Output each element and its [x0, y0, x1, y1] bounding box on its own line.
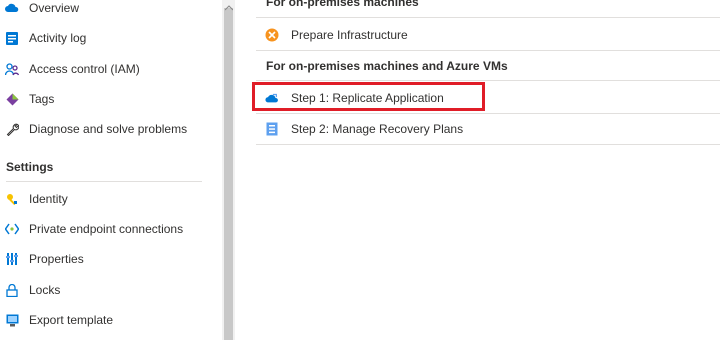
sidebar-item-label: Identity: [29, 192, 68, 206]
row-divider: [256, 17, 720, 18]
sidebar-item-label: Activity log: [29, 31, 87, 45]
sidebar-item-export-template[interactable]: Export template: [0, 306, 210, 334]
sidebar-item-label: Private endpoint connections: [29, 222, 184, 236]
overview-cloud-icon: [5, 1, 19, 15]
row-divider: [256, 80, 720, 81]
lock-icon: [5, 283, 19, 297]
private-endpoint-icon: [5, 222, 19, 236]
sidebar-item-label: Overview: [29, 1, 80, 15]
sidebar-item-access-control[interactable]: Access control (IAM): [0, 55, 210, 83]
row-divider: [256, 50, 720, 51]
sidebar-item-tags[interactable]: Tags: [0, 85, 210, 113]
wrench-icon: [5, 122, 19, 136]
prepare-infrastructure-icon: [265, 28, 279, 42]
sidebar-item-label: Export template: [29, 313, 114, 327]
sidebar-item-private-endpoint[interactable]: Private endpoint connections: [0, 215, 210, 243]
recovery-plans-icon: [265, 122, 279, 136]
sidebar-item-diagnose[interactable]: Diagnose and solve problems: [0, 115, 210, 143]
settings-section-header: Settings: [6, 160, 54, 174]
sidebar-item-locks[interactable]: Locks: [0, 276, 210, 304]
list-item-prepare-infrastructure[interactable]: Prepare Infrastructure: [256, 19, 720, 50]
section-divider: [6, 181, 202, 182]
list-item-step-2-recovery-plans[interactable]: Step 2: Manage Recovery Plans: [256, 113, 720, 144]
group-title-on-premises: For on-premises machines: [266, 0, 419, 9]
sidebar-item-label: Diagnose and solve problems: [29, 122, 188, 136]
main-content: For on-premises machines Prepare Infrast…: [250, 0, 720, 340]
properties-bars-icon: [5, 252, 19, 266]
sidebar-item-label: Locks: [29, 283, 61, 297]
export-template-icon: [5, 313, 19, 327]
sidebar-item-activity-log[interactable]: Activity log: [0, 24, 210, 52]
row-divider: [256, 113, 720, 114]
sidebar-item-label: Tags: [29, 92, 55, 106]
sidebar-item-properties[interactable]: Properties: [0, 245, 210, 273]
sidebar-item-overview[interactable]: Overview: [0, 0, 210, 22]
scroll-up-arrow-icon[interactable]: [224, 0, 234, 11]
activity-log-icon: [5, 31, 19, 45]
sidebar-item-label: Access control (IAM): [29, 62, 140, 76]
resource-menu-sidebar: Overview Activity log Access control (IA…: [0, 0, 222, 340]
list-item-label: Step 2: Manage Recovery Plans: [291, 121, 464, 136]
highlight-box: [252, 82, 485, 111]
sidebar-item-label: Properties: [29, 252, 84, 266]
row-divider: [256, 144, 720, 145]
sidebar-item-identity[interactable]: Identity: [0, 185, 210, 213]
tag-icon: [5, 92, 19, 106]
sidebar-scrollbar-thumb[interactable]: [224, 8, 233, 340]
identity-key-icon: [5, 192, 19, 206]
list-item-label: Prepare Infrastructure: [291, 27, 408, 42]
group-title-on-premises-and-azure: For on-premises machines and Azure VMs: [266, 59, 508, 73]
access-control-icon: [5, 62, 19, 76]
